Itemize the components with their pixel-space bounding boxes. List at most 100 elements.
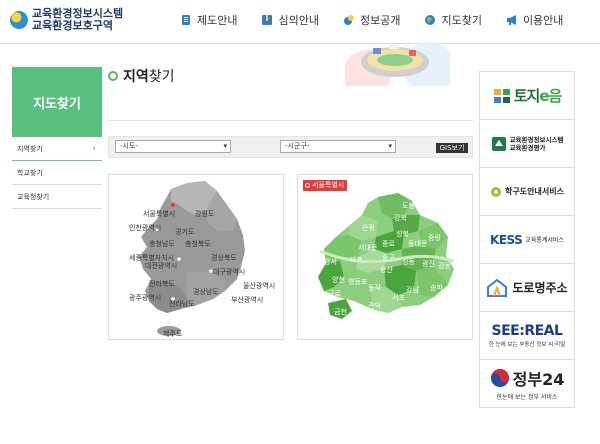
district-guro[interactable]: 구로 bbox=[328, 289, 341, 299]
banner-road-address[interactable]: 도로명주소 bbox=[479, 263, 575, 311]
edu-env-logo-icon bbox=[491, 136, 506, 151]
document-icon bbox=[182, 15, 190, 25]
map-label-gyeongnam[interactable]: 경상남도 bbox=[193, 287, 219, 297]
map-label-seoul[interactable]: 서울특별시 bbox=[143, 209, 175, 219]
nav-label: 이용안내 bbox=[522, 14, 564, 27]
map-label-gangwon[interactable]: 강원도 bbox=[195, 209, 214, 219]
district-seodaemun[interactable]: 서대문 bbox=[358, 243, 377, 253]
banner-edu-env-eval[interactable]: 교육환경정보시스템 교육환경평가 bbox=[479, 119, 575, 167]
sido-select[interactable]: -시도- ▾ bbox=[115, 140, 231, 153]
map-label-jeonbuk[interactable]: 전라북도 bbox=[149, 279, 175, 289]
district-mapo[interactable]: 마포 bbox=[350, 255, 363, 265]
sidebar-item-school-search[interactable]: 학교찾기 bbox=[12, 161, 102, 185]
district-gangbuk[interactable]: 강북 bbox=[394, 213, 407, 223]
banner-tojieum[interactable]: 토지e음 bbox=[479, 71, 575, 119]
chevron-down-icon: ▾ bbox=[388, 142, 392, 150]
related-sites-banners: 토지e음 교육환경정보시스템 교육환경평가 학구도안내서비스 KESS 교육통계… bbox=[479, 71, 575, 408]
district-songpa[interactable]: 송파 bbox=[430, 283, 443, 293]
page-title-rest: 찾기 bbox=[148, 69, 175, 85]
map-label-ulsan[interactable]: 울산광역시 bbox=[243, 281, 275, 291]
map-label-gyeongbuk[interactable]: 경상북도 bbox=[211, 253, 237, 263]
main-nav: 제도안내 심의안내 정보공개 지도찾기 이용안내 bbox=[180, 12, 563, 28]
page-title-bold: 지역 bbox=[123, 69, 149, 85]
coins-icon bbox=[343, 15, 354, 25]
nav-item-system-guide[interactable]: 제도안내 bbox=[180, 12, 237, 28]
map-label-chungbuk[interactable]: 충청북도 bbox=[185, 239, 211, 249]
nav-item-review-guide[interactable]: 심의안내 bbox=[261, 12, 319, 28]
banner-gov24[interactable]: 정부24 한눈에 보는 정부 서비스 bbox=[479, 359, 575, 408]
district-seongdong[interactable]: 성동 bbox=[402, 257, 415, 267]
banner-tojieum-text: 토지e음 bbox=[513, 85, 563, 106]
sidebar-item-region-search[interactable]: 지역찾기 › bbox=[12, 137, 102, 161]
banner-tojieum-text-a: 토지 bbox=[513, 87, 541, 105]
map-label-gyeonggi[interactable]: 경기도 bbox=[175, 227, 194, 237]
chevron-down-icon: ▾ bbox=[223, 142, 227, 150]
district-dongdaemun[interactable]: 동대문 bbox=[408, 239, 427, 249]
sidebar-item-label: 학교찾기 bbox=[17, 168, 43, 177]
logo-emblem-icon bbox=[10, 11, 28, 29]
district-seongbuk[interactable]: 성북 bbox=[396, 229, 409, 239]
district-yeongdeungpo[interactable]: 영등포 bbox=[348, 277, 367, 287]
district-junggu[interactable]: 중구 bbox=[382, 253, 395, 263]
map-label-gwangju[interactable]: 광주광역시 bbox=[129, 293, 161, 303]
page-title: 지역 찾기 bbox=[108, 66, 175, 86]
banner-seereal[interactable]: SEE:REAL 한 눈에 보는 부동산 정보 씨:리얼 bbox=[479, 311, 575, 359]
sigungu-select[interactable]: -시군구- ▾ bbox=[280, 140, 396, 153]
logo-line-2: 교육환경보호구역 bbox=[32, 19, 113, 32]
district-eunpyeong[interactable]: 은평 bbox=[362, 223, 375, 233]
nav-label: 심의안내 bbox=[278, 14, 319, 27]
nav-label: 제도안내 bbox=[197, 14, 238, 27]
district-jungnang[interactable]: 중랑 bbox=[428, 233, 441, 243]
logo-text: 교육환경정보시스템 교육환경보호구역 bbox=[32, 8, 123, 32]
district-yongsan[interactable]: 용산 bbox=[380, 265, 393, 275]
banner-school-guide[interactable]: 학구도안내서비스 bbox=[479, 167, 575, 215]
megaphone-icon bbox=[506, 15, 516, 25]
sido-select-value: -시도- bbox=[120, 142, 138, 150]
nav-item-map-search[interactable]: 지도찾기 bbox=[424, 12, 482, 28]
map-label-daejeon[interactable]: 대전광역시 bbox=[145, 261, 177, 271]
seoul-map-panel: 서울특별시 도봉 노원 강북 은평 성북 중랑 종로 서대문 동대문 마포 중구… bbox=[297, 174, 473, 340]
district-seocho[interactable]: 서초 bbox=[392, 293, 405, 303]
banner-kess[interactable]: KESS 교육통계서비스 bbox=[479, 215, 575, 263]
nav-item-info-disclosure[interactable]: 정보공개 bbox=[343, 12, 400, 28]
district-gwanak[interactable]: 관악 bbox=[368, 301, 381, 311]
gis-view-button[interactable]: GIS보기 bbox=[436, 143, 468, 153]
district-dobong[interactable]: 도봉 bbox=[402, 201, 415, 211]
banner-gov24-row: 정부24 bbox=[490, 366, 564, 390]
sigungu-select-value: -시군구- bbox=[285, 142, 310, 150]
site-logo[interactable]: 교육환경정보시스템 교육환경보호구역 bbox=[10, 8, 123, 32]
sidebar-title: 지도찾기 bbox=[12, 67, 102, 137]
district-nowon[interactable]: 노원 bbox=[420, 201, 433, 211]
sidebar-item-office-search[interactable]: 교육청찾기 bbox=[12, 185, 102, 209]
district-geumcheon[interactable]: 금천 bbox=[334, 307, 347, 317]
sidebar-item-label: 교육청찾기 bbox=[17, 192, 50, 201]
banner-kess-logo: KESS bbox=[490, 232, 523, 247]
badge-dot-icon bbox=[305, 183, 310, 188]
banner-edu-env-line1: 교육환경정보시스템 bbox=[509, 135, 564, 144]
tojieum-logo-icon bbox=[493, 88, 510, 103]
district-gangseo[interactable]: 강서 bbox=[324, 257, 337, 267]
map-label-incheon[interactable]: 인천광역시 bbox=[129, 223, 161, 233]
globe-icon bbox=[425, 15, 436, 25]
district-dongjak[interactable]: 동작 bbox=[368, 283, 381, 293]
seoul-badge-label: 서울특별시 bbox=[312, 181, 345, 189]
district-gangnam[interactable]: 강남 bbox=[406, 285, 419, 295]
banner-seereal-text: 한 눈에 보는 부동산 정보 씨:리얼 bbox=[488, 342, 566, 348]
banner-kess-text: 교육통계서비스 bbox=[525, 237, 564, 244]
school-guide-logo-icon bbox=[491, 186, 502, 197]
banner-gov24-text: 한눈에 보는 정부 서비스 bbox=[496, 394, 558, 401]
district-yangcheon[interactable]: 양천 bbox=[332, 275, 345, 285]
nav-item-usage-guide[interactable]: 이용안내 bbox=[506, 12, 563, 28]
nav-label: 정보공개 bbox=[359, 14, 401, 27]
district-gwangjin[interactable]: 광진 bbox=[422, 259, 435, 269]
map-label-jeju[interactable]: 제주도 bbox=[163, 329, 182, 339]
map-label-chungnam[interactable]: 충청남도 bbox=[149, 239, 175, 249]
district-jongno[interactable]: 종로 bbox=[382, 239, 395, 249]
map-label-busan[interactable]: 부산광역시 bbox=[231, 295, 263, 305]
district-gangdong[interactable]: 강동 bbox=[438, 261, 451, 271]
book-icon bbox=[262, 15, 273, 25]
map-label-daegu[interactable]: 대구광역시 bbox=[213, 267, 245, 277]
map-label-jeonnam[interactable]: 전라남도 bbox=[169, 299, 195, 309]
korea-map-panel: 서울특별시 강원도 인천광역시 경기도 충청남도 충청북도 세종특별자치시 대전… bbox=[108, 174, 284, 340]
seoul-badge: 서울특별시 bbox=[303, 180, 348, 191]
